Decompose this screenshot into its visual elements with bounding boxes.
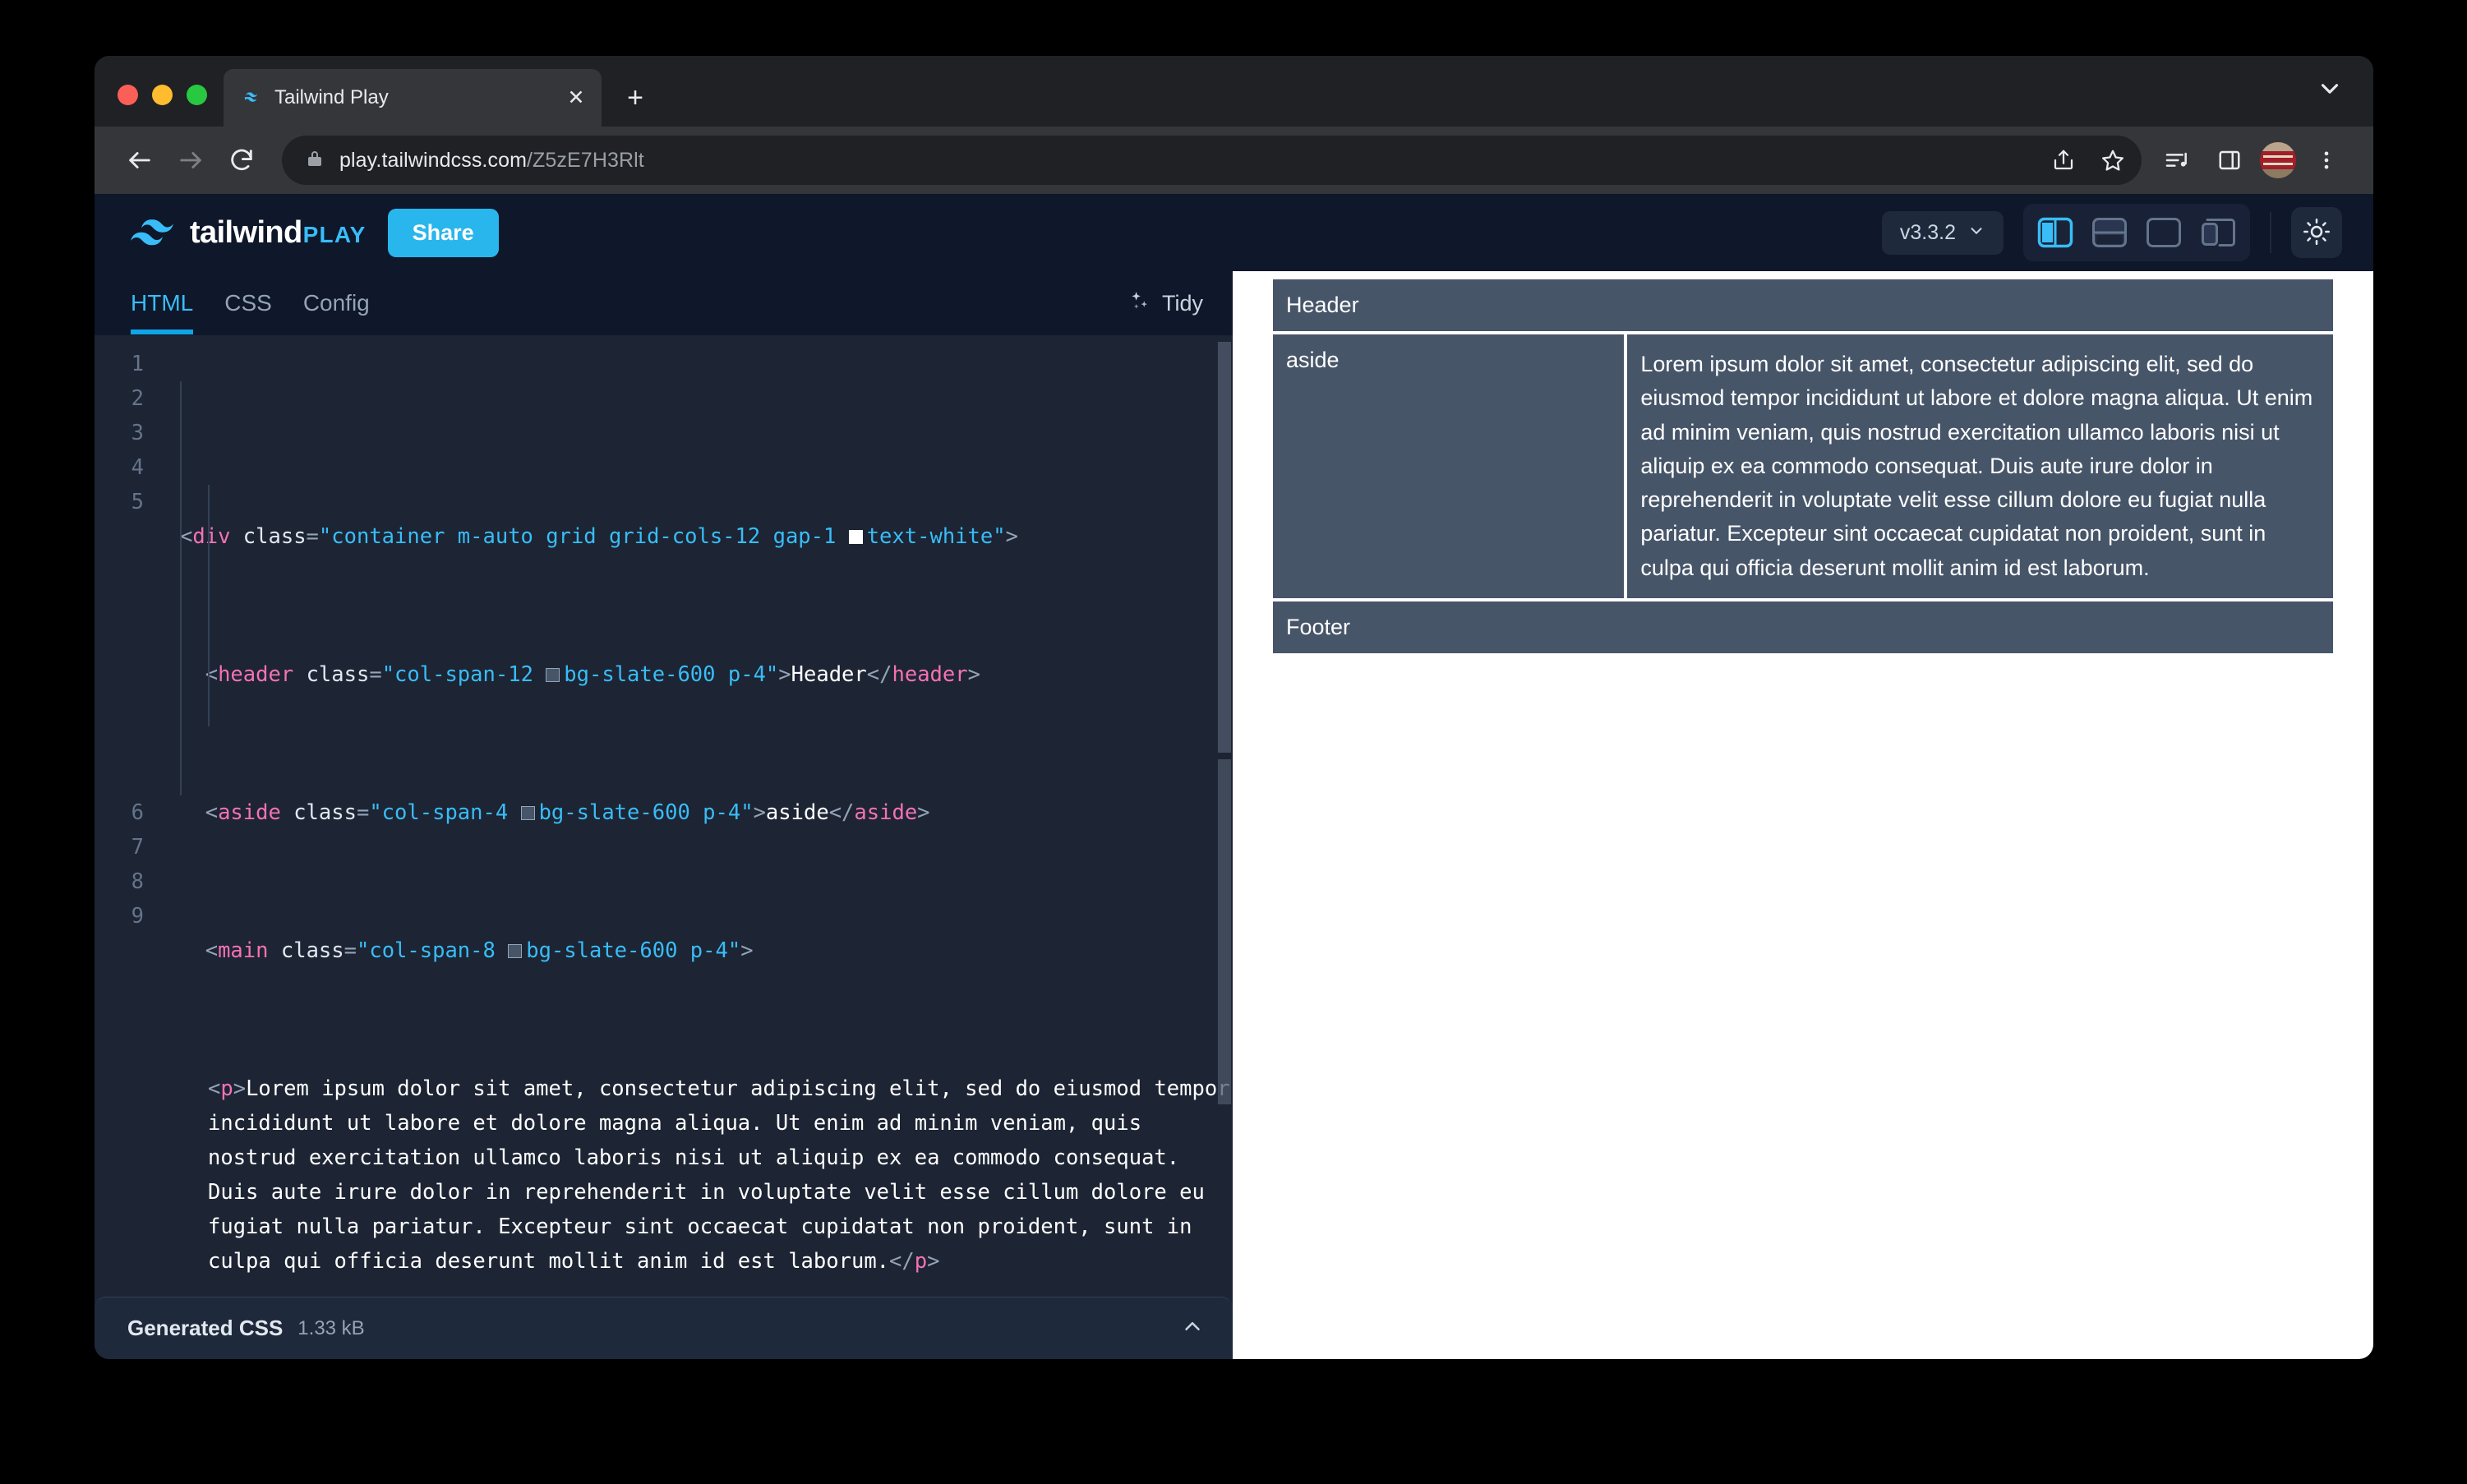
arrow-left-icon[interactable] — [114, 135, 165, 186]
arrow-right-icon[interactable] — [165, 135, 216, 186]
browser-toolbar: play.tailwindcss.com/Z5zE7H3Rlt — [95, 127, 2373, 194]
toolbar-right-actions — [2155, 138, 2349, 182]
preview-footer: Footer — [1273, 601, 2333, 654]
browser-window: Tailwind Play ✕ + play.tailwindcss.com/Z… — [95, 56, 2373, 1359]
chevron-down-icon — [1967, 222, 1985, 244]
avatar[interactable] — [2260, 142, 2296, 178]
tabstrip-right-actions — [2316, 75, 2373, 127]
window-traffic-lights — [95, 85, 207, 127]
version-selector[interactable]: v3.3.2 — [1881, 210, 2004, 255]
chevron-up-icon[interactable] — [1180, 1314, 1205, 1343]
media-playlist-icon[interactable] — [2155, 138, 2199, 182]
browser-tab-title: Tailwind Play — [274, 86, 389, 108]
code-editor[interactable]: 1 2 3 4 5 6 7 8 9 <div class="container … — [95, 335, 1233, 1297]
code-line: <header class="col-span-12 bg-slate-600 … — [205, 662, 980, 687]
line-number-gutter: 1 2 3 4 5 6 7 8 9 — [95, 347, 159, 1297]
generated-css-label: Generated CSS — [127, 1316, 284, 1340]
side-panel-icon[interactable] — [2207, 138, 2252, 182]
share-button[interactable]: Share — [387, 208, 499, 257]
line-number — [95, 519, 144, 795]
preview-pane[interactable]: Header aside Lorem ipsum dolor sit amet,… — [1233, 271, 2373, 1359]
generated-css-size: 1.33 kB — [297, 1316, 365, 1339]
code-line: <aside class="col-span-4 bg-slate-600 p-… — [205, 800, 930, 825]
code-lines[interactable]: <div class="container m-auto grid grid-c… — [159, 347, 1233, 1297]
sun-icon — [2303, 218, 2331, 248]
brand-name: tailwind — [190, 214, 302, 250]
preview-aside: aside — [1273, 334, 1625, 599]
theme-toggle-button[interactable] — [2291, 207, 2342, 258]
browser-tab-strip: Tailwind Play ✕ + — [95, 56, 2373, 127]
minimize-window-button[interactable] — [152, 85, 173, 105]
url-host: play.tailwindcss.com — [339, 148, 528, 172]
chevron-down-icon[interactable] — [2316, 75, 2344, 107]
address-bar-url: play.tailwindcss.com/Z5zE7H3Rlt — [339, 149, 2027, 173]
indent-guide — [180, 381, 182, 795]
preview-grid: Header aside Lorem ipsum dolor sit amet,… — [1273, 279, 2333, 654]
editor-scrollbar-thumb-lower[interactable] — [1218, 759, 1231, 1104]
layout-horizontal-split-button[interactable] — [2086, 210, 2133, 255]
version-label: v3.3.2 — [1899, 220, 1956, 244]
three-dots-menu-icon[interactable] — [2304, 138, 2349, 182]
star-icon[interactable] — [2091, 138, 2135, 182]
layout-responsive-button[interactable] — [2194, 210, 2242, 255]
editor-pane: HTML CSS Config Tidy 1 2 3 4 5 6 7 8 9 <… — [95, 271, 1233, 1359]
sparkles-icon — [1127, 289, 1152, 318]
brand[interactable]: tailwind PLAY — [131, 215, 367, 251]
line-number: 4 — [131, 455, 144, 480]
tab-config[interactable]: Config — [303, 272, 370, 334]
tailwind-favicon-icon — [242, 87, 263, 108]
brand-wordmark: tailwind PLAY — [190, 215, 367, 251]
close-window-button[interactable] — [118, 85, 138, 105]
app-split: HTML CSS Config Tidy 1 2 3 4 5 6 7 8 9 <… — [95, 271, 2373, 1359]
layout-vertical-split-button[interactable] — [2031, 210, 2079, 255]
app-header: tailwind PLAY Share v3.3.2 — [95, 194, 2373, 271]
app-header-right: v3.3.2 — [1881, 204, 2342, 261]
code-line: <div class="container m-auto grid grid-c… — [180, 524, 1018, 549]
line-number: 8 — [131, 869, 144, 894]
code-content: 1 2 3 4 5 6 7 8 9 <div class="container … — [95, 335, 1233, 1297]
omnibox-actions — [2041, 138, 2135, 182]
line-number: 1 — [131, 352, 144, 376]
brand-suffix: PLAY — [302, 221, 367, 247]
editor-tab-bar: HTML CSS Config Tidy — [95, 271, 1233, 335]
reload-icon[interactable] — [216, 135, 267, 186]
layout-button-group — [2023, 204, 2250, 261]
indent-guide — [208, 485, 210, 726]
browser-tab[interactable]: Tailwind Play ✕ — [224, 69, 602, 127]
layout-preview-only-button[interactable] — [2140, 210, 2188, 255]
address-bar[interactable]: play.tailwindcss.com/Z5zE7H3Rlt — [282, 136, 2142, 185]
share-icon[interactable] — [2041, 138, 2086, 182]
tidy-label: Tidy — [1161, 290, 1203, 316]
preview-main: Lorem ipsum dolor sit amet, consectetur … — [1627, 334, 2333, 599]
tab-html[interactable]: HTML — [131, 272, 194, 334]
plus-icon[interactable]: + — [613, 76, 657, 120]
line-number: 5 — [131, 490, 144, 514]
tab-css[interactable]: CSS — [224, 272, 272, 334]
generated-css-bar[interactable]: Generated CSS 1.33 kB — [95, 1297, 1233, 1359]
tidy-button[interactable]: Tidy — [1127, 289, 1203, 318]
divider — [2270, 212, 2271, 253]
line-number: 6 — [131, 800, 144, 825]
tailwind-play-app: tailwind PLAY Share v3.3.2 HTML CSS Conf… — [95, 194, 2373, 1359]
maximize-window-button[interactable] — [187, 85, 207, 105]
line-number: 3 — [131, 421, 144, 445]
editor-scrollbar[interactable] — [1216, 335, 1233, 1297]
tailwind-logo-icon — [131, 219, 173, 246]
line-number: 2 — [131, 386, 144, 411]
preview-main-paragraph: Lorem ipsum dolor sit amet, consectetur … — [1640, 352, 2313, 580]
close-icon[interactable]: ✕ — [562, 84, 590, 112]
code-line: <main class="col-span-8 bg-slate-600 p-4… — [205, 938, 754, 963]
preview-header: Header — [1273, 279, 2333, 331]
editor-scrollbar-thumb[interactable] — [1218, 342, 1231, 753]
line-number: 9 — [131, 904, 144, 929]
url-path: /Z5zE7H3Rlt — [527, 148, 644, 172]
code-line: <p>Lorem ipsum dolor sit amet, consectet… — [208, 1076, 1230, 1274]
line-number: 7 — [131, 835, 144, 860]
lock-icon — [305, 149, 325, 173]
